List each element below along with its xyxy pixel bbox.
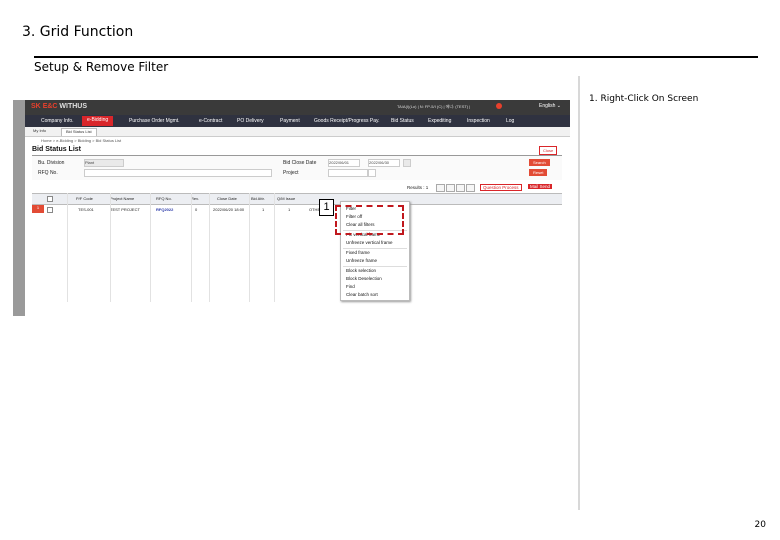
app-logo[interactable]: SK E&C WITHUS bbox=[31, 103, 87, 110]
close-button[interactable]: Close bbox=[539, 146, 558, 155]
calendar-icon[interactable] bbox=[403, 159, 411, 167]
col-project-name[interactable]: Project Name bbox=[110, 196, 134, 201]
ctx-item-find[interactable]: Find bbox=[346, 284, 355, 289]
left-gutter bbox=[13, 100, 25, 316]
grid-divider bbox=[209, 193, 210, 302]
project-input[interactable] bbox=[328, 169, 368, 177]
breadcrumb: Home > e-Bidding > Bidding > Bid Status … bbox=[41, 138, 122, 143]
grid-filter-icon[interactable] bbox=[446, 184, 455, 192]
title-rule bbox=[34, 56, 758, 58]
tab-my-info[interactable]: My Info bbox=[29, 128, 50, 135]
menu-expediting[interactable]: Expediting bbox=[428, 118, 451, 124]
search-panel: Bu. Division Plant RFQ No. Bid Close Dat… bbox=[32, 155, 562, 180]
cell-rfq-no[interactable]: RFQ2022 bbox=[156, 207, 173, 212]
vertical-divider bbox=[578, 76, 580, 510]
main-menu: Company Info. e-Bidding Purchase Order M… bbox=[25, 115, 570, 127]
menu-bid-status[interactable]: Bid Status bbox=[391, 118, 414, 124]
date-to-input[interactable]: 2022/06/30 bbox=[368, 159, 400, 167]
row-number: 1 bbox=[32, 205, 44, 213]
menu-purchase-order[interactable]: Purchase Order Mgmt. bbox=[129, 118, 180, 124]
ctx-item-fixed-frame[interactable]: Fixed frame bbox=[346, 250, 370, 255]
grid-header: P/F Code Project Name RFQ No. Rev. Close… bbox=[32, 193, 562, 205]
row-checkbox[interactable] bbox=[47, 207, 53, 213]
col-rev[interactable]: Rev. bbox=[191, 196, 199, 201]
user-info: TA/A(I)(Lo) | N: FP-5/I (C) | 에너: (TEST)… bbox=[397, 104, 471, 109]
app-screenshot: SK E&C WITHUS TA/A(I)(Lo) | N: FP-5/I (C… bbox=[13, 100, 570, 316]
col-qm-issue[interactable]: Q/M Issue bbox=[277, 196, 295, 201]
col-pf-code[interactable]: P/F Code bbox=[76, 196, 93, 201]
col-bid-attr[interactable]: Bid Attr. bbox=[251, 196, 265, 201]
ctx-separator bbox=[343, 248, 407, 249]
table-row[interactable]: 1 TES-001 TEST PROJECT RFQ2022 0 2022/06… bbox=[32, 205, 562, 215]
menu-e-bidding[interactable]: e-Bidding bbox=[82, 116, 114, 126]
cell-project-name: TEST PROJECT bbox=[110, 207, 140, 212]
bid-status-grid[interactable]: P/F Code Project Name RFQ No. Rev. Close… bbox=[32, 193, 562, 215]
bu-division-select[interactable]: Plant bbox=[84, 159, 124, 167]
ctx-item-clear-batch-sort[interactable]: Clear batch sort bbox=[346, 292, 378, 297]
grid-export-icon[interactable] bbox=[456, 184, 465, 192]
page-title: 3. Grid Function bbox=[22, 24, 134, 40]
col-rfq-no[interactable]: RFQ No. bbox=[156, 196, 172, 201]
date-from-input[interactable]: 2022/06/01 bbox=[328, 159, 360, 167]
cell-pf-code: TES-001 bbox=[78, 207, 94, 212]
ctx-item-block-selection[interactable]: Block selection bbox=[346, 268, 376, 273]
cell-qm-issue: 1 bbox=[288, 207, 291, 212]
grid-divider bbox=[249, 193, 250, 302]
ctx-item-unfreeze-vertical[interactable]: Unfreeze vertical frame bbox=[346, 240, 393, 245]
results-count: Results : 1 bbox=[407, 185, 429, 190]
step-marker: 1 bbox=[319, 199, 334, 216]
page-number: 20 bbox=[754, 520, 766, 530]
col-close-date[interactable]: Close Date bbox=[217, 196, 237, 201]
menu-inspection[interactable]: Inspection bbox=[467, 118, 490, 124]
instruction-text: 1. Right-Click On Screen bbox=[589, 94, 699, 104]
menu-log[interactable]: Log bbox=[506, 118, 514, 124]
rfq-no-input[interactable] bbox=[84, 169, 272, 177]
list-title: Bid Status List bbox=[32, 146, 82, 153]
menu-payment[interactable]: Payment bbox=[280, 118, 300, 124]
cell-close-date: 2022/06/20 18:00 bbox=[213, 207, 245, 212]
grid-divider bbox=[150, 193, 151, 302]
project-search-icon[interactable] bbox=[368, 169, 376, 177]
menu-e-contract[interactable]: e-Contract bbox=[199, 118, 222, 124]
header-checkbox[interactable] bbox=[47, 196, 53, 202]
language-select[interactable]: English ⌄ bbox=[539, 103, 561, 109]
project-label: Project bbox=[283, 170, 299, 176]
question-process-button[interactable]: Question Process bbox=[480, 184, 522, 191]
tab-bid-status-list[interactable]: Bid Status List bbox=[61, 128, 97, 136]
ctx-item-unfreeze-frame[interactable]: Unfreeze frame bbox=[346, 258, 377, 263]
highlight-box bbox=[335, 205, 404, 235]
menu-company-info[interactable]: Company Info. bbox=[41, 118, 74, 124]
grid-setting-icon[interactable] bbox=[436, 184, 445, 192]
mail-send-button[interactable]: Mail Send bbox=[528, 184, 553, 189]
ctx-item-block-deselection[interactable]: Block Deselection bbox=[346, 276, 382, 281]
grid-divider bbox=[110, 193, 111, 302]
reset-button[interactable]: Reset bbox=[529, 169, 548, 176]
rfq-no-label: RFQ No. bbox=[38, 170, 58, 176]
ctx-separator bbox=[343, 266, 407, 267]
bu-division-label: Bu. Division bbox=[38, 160, 65, 166]
bid-close-date-label: Bid Close Date bbox=[283, 160, 317, 166]
menu-goods-receipt[interactable]: Goods Receipt/Progress Pay. bbox=[314, 118, 380, 124]
section-title: Setup & Remove Filter bbox=[34, 60, 169, 74]
menu-po-delivery[interactable]: PO Delivery bbox=[237, 118, 264, 124]
grid-divider bbox=[67, 193, 68, 302]
grid-divider bbox=[191, 193, 192, 302]
cell-rev: 0 bbox=[195, 207, 198, 212]
grid-sort-icon[interactable] bbox=[466, 184, 475, 192]
search-button[interactable]: Search bbox=[529, 159, 550, 166]
grid-divider bbox=[274, 193, 275, 302]
cell-bid-attr: 1 bbox=[262, 207, 265, 212]
home-icon[interactable] bbox=[496, 103, 502, 109]
top-bar: SK E&C WITHUS TA/A(I)(Lo) | N: FP-5/I (C… bbox=[25, 100, 570, 115]
tab-bar: My Info Bid Status List bbox=[25, 127, 570, 137]
